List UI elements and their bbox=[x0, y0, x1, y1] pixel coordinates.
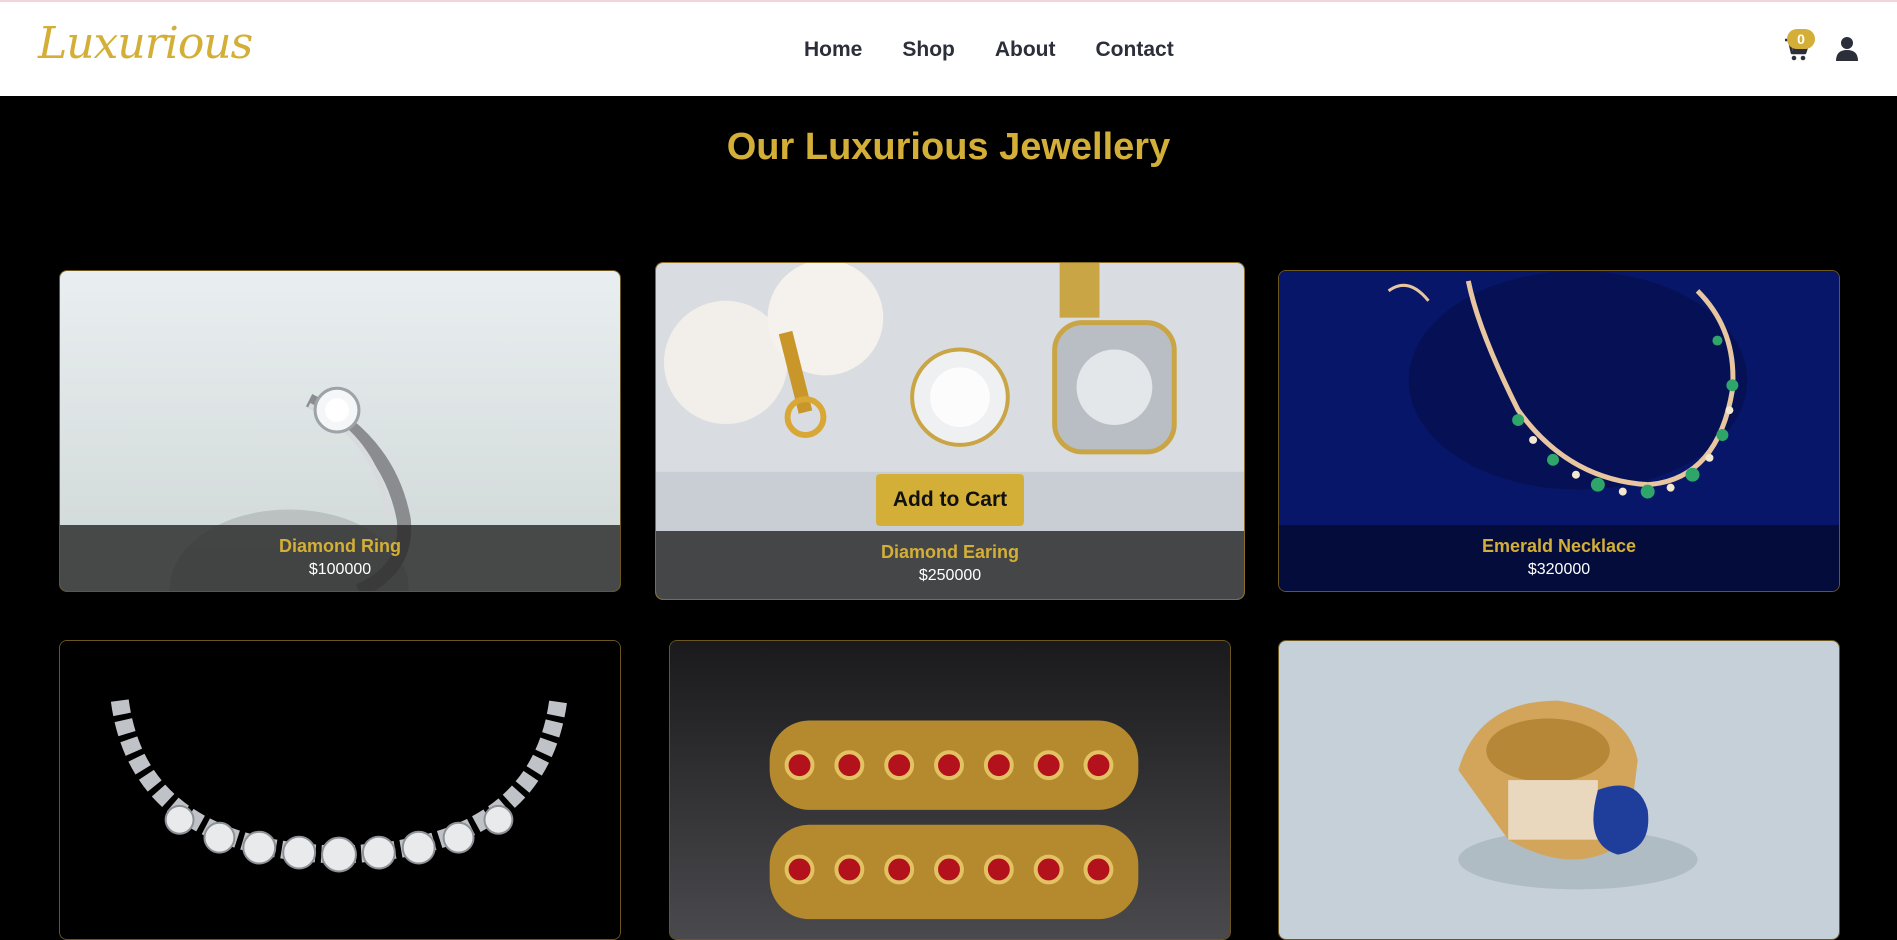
product-info: Diamond Ring $100000 bbox=[60, 525, 620, 591]
product-info: Diamond Earing $250000 bbox=[656, 531, 1244, 599]
product-name: Emerald Necklace bbox=[1481, 536, 1637, 556]
product-name: Diamond Earing bbox=[880, 542, 1019, 562]
nav-shop[interactable]: Shop bbox=[902, 38, 955, 62]
product-price: $320000 bbox=[1527, 561, 1591, 578]
product-card[interactable]: Add to Cart Diamond Earing $250000 bbox=[655, 262, 1245, 600]
brand-logo[interactable]: Luxurious bbox=[38, 18, 253, 69]
product-card[interactable] bbox=[59, 640, 621, 940]
product-card[interactable] bbox=[669, 640, 1231, 940]
nav-contact[interactable]: Contact bbox=[1096, 38, 1174, 62]
product-card[interactable]: Diamond Ring $100000 bbox=[59, 270, 621, 592]
cart-count-badge: 0 bbox=[1787, 29, 1815, 49]
main-nav: Home Shop About Contact bbox=[804, 38, 1174, 62]
product-image bbox=[670, 641, 1230, 939]
product-name: Diamond Ring bbox=[279, 536, 401, 556]
nav-home[interactable]: Home bbox=[804, 38, 862, 62]
product-image bbox=[60, 641, 620, 939]
product-card[interactable] bbox=[1278, 640, 1840, 940]
page-title: Our Luxurious Jewellery bbox=[726, 126, 1171, 168]
user-icon[interactable] bbox=[1836, 36, 1858, 62]
product-price: $250000 bbox=[918, 567, 982, 584]
site-header: Luxurious Home Shop About Contact 0 bbox=[0, 0, 1897, 96]
product-price: $100000 bbox=[308, 561, 372, 578]
product-card[interactable]: Emerald Necklace $320000 bbox=[1278, 270, 1840, 592]
nav-about[interactable]: About bbox=[995, 38, 1056, 62]
product-image bbox=[1279, 641, 1839, 939]
product-info: Emerald Necklace $320000 bbox=[1279, 525, 1839, 591]
add-to-cart-button[interactable]: Add to Cart bbox=[876, 474, 1024, 526]
